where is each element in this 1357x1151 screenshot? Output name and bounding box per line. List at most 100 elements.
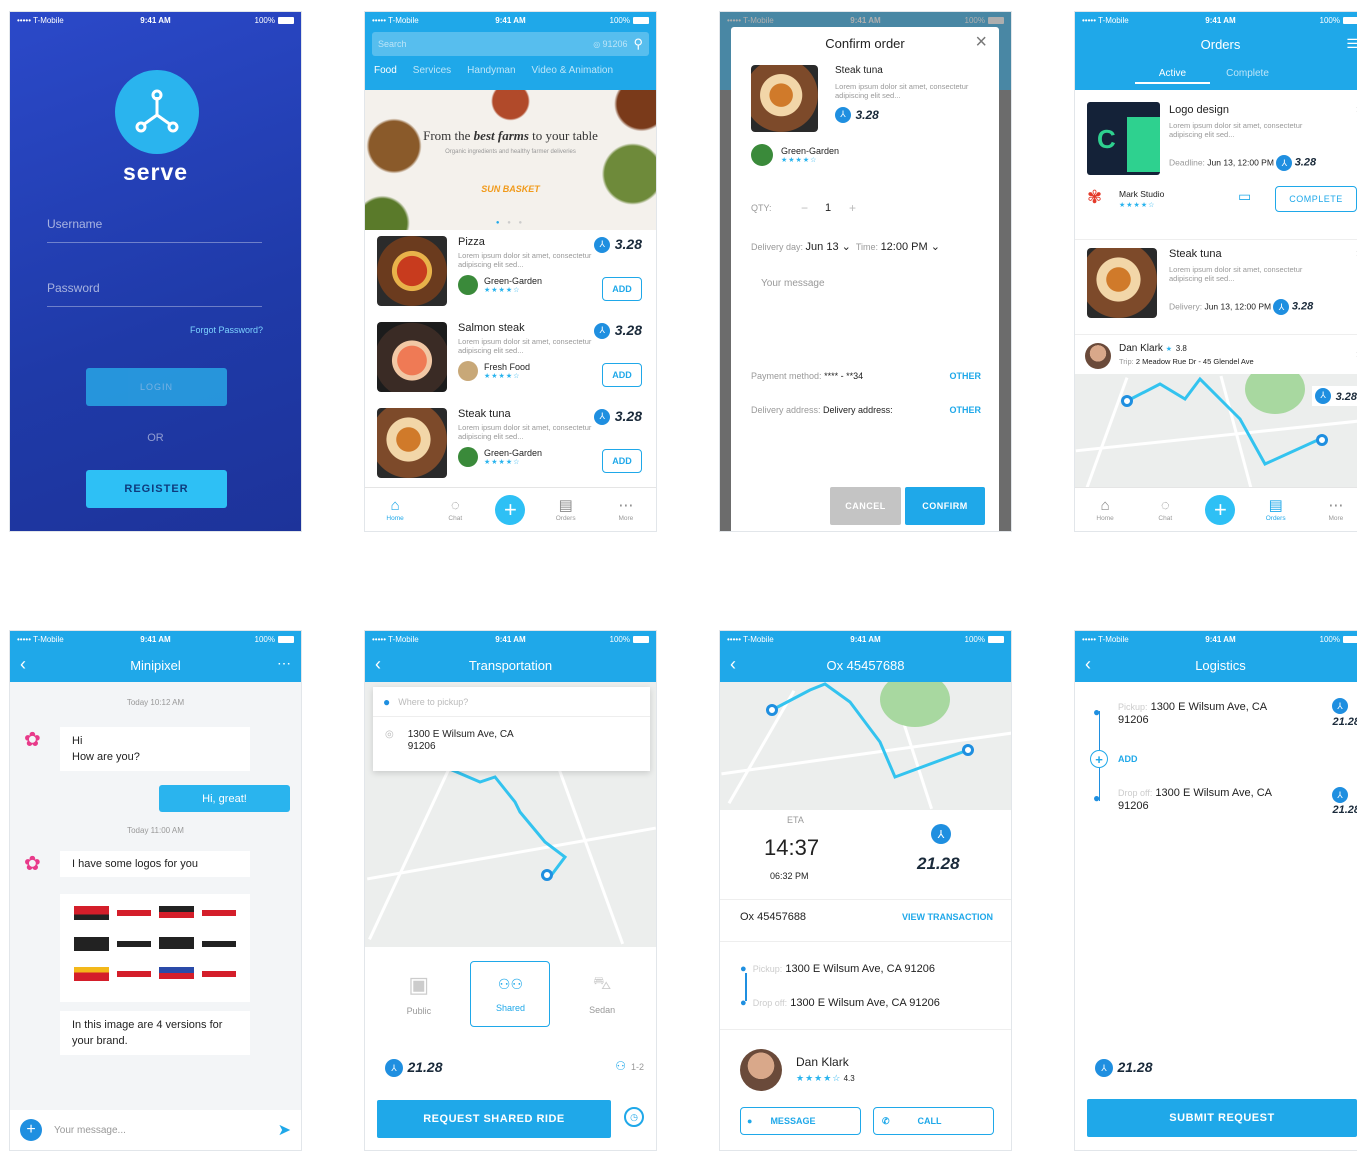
- map-price: 3.28: [1335, 391, 1357, 403]
- add-button-fab[interactable]: +: [495, 494, 526, 525]
- category-tab[interactable]: Video & Animation: [532, 65, 614, 76]
- message-input[interactable]: Your message: [761, 278, 979, 358]
- logo-icon: [135, 89, 179, 133]
- message-icon[interactable]: ▭: [1238, 188, 1251, 205]
- order-card[interactable]: Steak tuna › Lorem ipsum dolor sit amet,…: [1075, 240, 1357, 335]
- login-button[interactable]: LOGIN: [86, 368, 227, 406]
- currency-icon: ⅄: [1095, 1059, 1113, 1077]
- add-button[interactable]: ADD: [602, 449, 642, 473]
- add-button[interactable]: ADD: [602, 363, 642, 387]
- rating-stars: ★★★★☆: [796, 1073, 842, 1083]
- confirm-button[interactable]: CONFIRM: [905, 487, 985, 525]
- add-button[interactable]: ADD: [602, 277, 642, 301]
- call-button[interactable]: ✆ CALL: [873, 1107, 994, 1135]
- deadline-label: Deadline:: [1169, 157, 1205, 168]
- chat-icon: ◌: [450, 497, 460, 514]
- send-icon[interactable]: ➤: [278, 1120, 291, 1140]
- category-tab[interactable]: Services: [413, 65, 451, 76]
- studio-name: Mark Studio: [1119, 189, 1165, 199]
- tab-bar: ⌂ Home ◌ Chat + ▤ Orders ⋯ More: [1075, 487, 1357, 531]
- route-map[interactable]: [720, 682, 1011, 810]
- category-tab[interactable]: Handyman: [467, 65, 515, 76]
- trip-label: Trip:: [1119, 357, 1134, 366]
- car-icon: ⛍: [592, 973, 612, 993]
- close-icon[interactable]: ×: [975, 31, 987, 54]
- register-button[interactable]: REGISTER: [86, 470, 227, 508]
- bus-icon: ▣: [408, 972, 430, 997]
- currency-icon: ⅄: [594, 236, 611, 253]
- clock-icon[interactable]: ◷: [624, 1107, 644, 1127]
- order-card[interactable]: C Logo design › Lorem ipsum dolor sit am…: [1075, 90, 1357, 240]
- list-item[interactable]: Salmon steak Lorem ipsum dolor sit amet,…: [377, 322, 648, 408]
- route-map[interactable]: ⅄ 3.28: [1075, 374, 1357, 494]
- filter-icon[interactable]: ☰: [1346, 36, 1357, 52]
- search-input[interactable]: Search ◎ 91206 ⚲: [372, 32, 649, 56]
- add-attachment-button[interactable]: +: [20, 1119, 42, 1141]
- status-bar: ••••• T-Mobile 9:41 AM 100%: [10, 631, 301, 648]
- username-field[interactable]: Username: [47, 215, 262, 243]
- request-ride-button[interactable]: REQUEST SHARED RIDE: [377, 1100, 611, 1138]
- back-icon[interactable]: ‹: [20, 654, 26, 675]
- carousel-dots: ● ● ●: [495, 220, 526, 226]
- delivery-day-select[interactable]: Jun 13 ⌄: [806, 240, 851, 253]
- search-icon[interactable]: ⚲: [633, 36, 643, 52]
- product-image: [751, 65, 818, 132]
- ride-option-shared[interactable]: ⚇⚇ Shared: [470, 961, 551, 1027]
- payment-other-link[interactable]: OTHER: [950, 371, 982, 381]
- ride-option-sedan[interactable]: ⛍ Sedan: [562, 961, 642, 1027]
- complete-button[interactable]: COMPLETE: [1275, 186, 1357, 212]
- time-select[interactable]: 12:00 PM ⌄: [881, 240, 940, 253]
- qty-plus-button[interactable]: +: [849, 201, 856, 215]
- pickup-input[interactable]: ● Where to pickup?: [373, 687, 650, 717]
- or-divider: OR: [147, 432, 164, 444]
- app-name: serve: [122, 159, 189, 185]
- back-icon[interactable]: ‹: [730, 654, 736, 675]
- message-button[interactable]: ● MESSAGE: [740, 1107, 861, 1135]
- add-button-fab[interactable]: +: [1205, 494, 1236, 525]
- list-item[interactable]: Steak tuna Lorem ipsum dolor sit amet, c…: [377, 408, 648, 494]
- promo-banner[interactable]: From the best farms to your table Organi…: [365, 90, 656, 230]
- order-desc: Lorem ipsum dolor sit amet, consectetur …: [1169, 265, 1303, 283]
- more-icon[interactable]: ⋯: [277, 655, 291, 672]
- address-other-link[interactable]: OTHER: [950, 405, 982, 415]
- qty-minus-button[interactable]: −: [801, 201, 825, 215]
- cancel-button[interactable]: CANCEL: [830, 487, 901, 525]
- tab-orders[interactable]: ▤ Orders: [546, 497, 586, 522]
- pin-icon: [1121, 395, 1133, 407]
- tab-active[interactable]: Active: [1135, 68, 1210, 84]
- currency-icon: ⅄: [594, 322, 611, 339]
- forgot-password-link[interactable]: Forgot Password?: [190, 325, 263, 335]
- tab-orders[interactable]: ▤ Orders: [1256, 497, 1296, 522]
- tab-more[interactable]: ⋯ More: [606, 497, 646, 522]
- category-tab[interactable]: Food: [374, 65, 397, 76]
- pickup-label: Pickup:: [1118, 702, 1148, 712]
- view-transaction-link[interactable]: VIEW TRANSACTION: [902, 912, 993, 922]
- ride-option-public[interactable]: ▣ Public: [379, 961, 459, 1027]
- password-field[interactable]: Password: [47, 279, 262, 307]
- qty-value: 1: [825, 202, 832, 214]
- trip-row[interactable]: Dan Klark ★ 3.8 Trip: 2 Meadow Rue Dr - …: [1075, 335, 1357, 375]
- tab-chat[interactable]: ◌ Chat: [435, 497, 475, 522]
- tab-more[interactable]: ⋯ More: [1316, 497, 1356, 522]
- tab-home[interactable]: ⌂ Home: [1085, 497, 1125, 522]
- back-icon[interactable]: ‹: [375, 654, 381, 675]
- add-stop-button[interactable]: + ADD: [1090, 750, 1138, 768]
- eta-time: 06:32 PM: [770, 871, 809, 881]
- submit-request-button[interactable]: SUBMIT REQUEST: [1087, 1099, 1357, 1137]
- location-icon: ◎: [385, 729, 394, 740]
- back-icon[interactable]: ‹: [1085, 654, 1091, 675]
- pin-icon: ●: [1093, 791, 1101, 805]
- message-input[interactable]: Your message...: [54, 1125, 278, 1136]
- tab-chat[interactable]: ◌ Chat: [1145, 497, 1185, 522]
- banner-title: From the best farms to your table: [423, 128, 598, 143]
- star-icon: ★: [1165, 346, 1173, 353]
- tab-home[interactable]: ⌂ Home: [375, 497, 415, 522]
- page-title: Ox 45457688: [826, 657, 905, 673]
- list-item[interactable]: Pizza Lorem ipsum dolor sit amet, consec…: [377, 236, 648, 322]
- tab-complete[interactable]: Complete: [1210, 68, 1285, 84]
- dropoff-label: Drop off:: [752, 998, 788, 1008]
- total-price: 21.28: [1117, 1059, 1153, 1076]
- chat-screen: ••••• T-Mobile 9:41 AM 100% ‹ Minipixel ⋯ To…: [9, 630, 302, 1151]
- logo-grid-image[interactable]: [60, 894, 250, 1002]
- rating-stars: ★★★★☆: [484, 373, 521, 380]
